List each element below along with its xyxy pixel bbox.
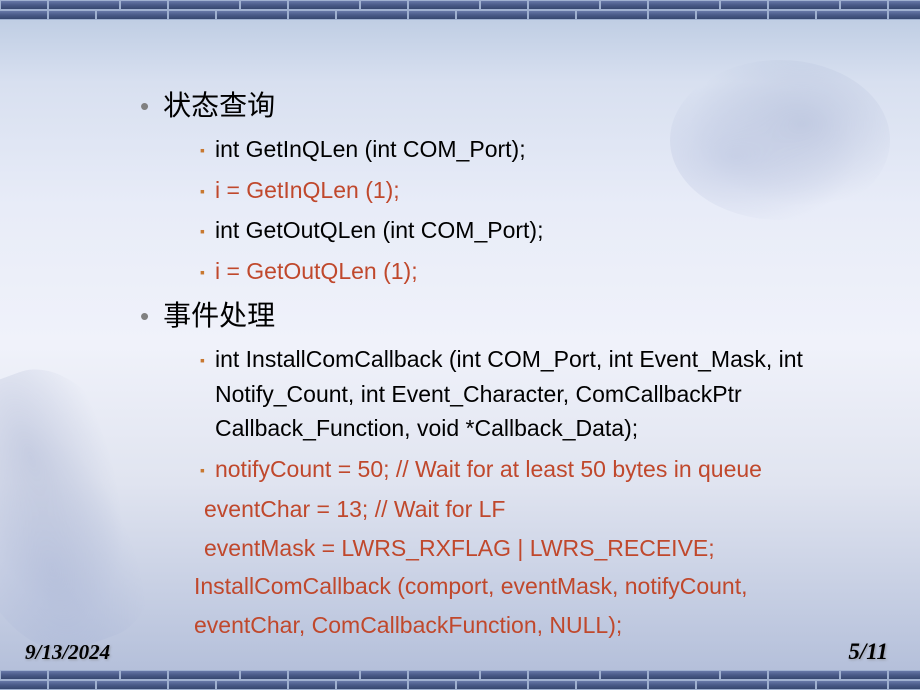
square-bullet-icon: ▪	[200, 181, 205, 202]
top-border	[0, 0, 920, 20]
slide-footer: 9/13/2024 5/11	[0, 635, 920, 665]
bullet-status-query: • 状态查询	[140, 84, 880, 124]
sub-group-status: ▪ int GetInQLen (int COM_Port); ▪ i = Ge…	[200, 132, 880, 288]
sub-group-events: ▪ int InstallComCallback (int COM_Port, …	[200, 342, 880, 486]
sub-item-text: i = GetInQLen (1);	[215, 173, 400, 208]
square-bullet-icon: ▪	[200, 350, 205, 371]
footer-date: 9/13/2024	[25, 640, 110, 665]
sub-item: ▪ int GetInQLen (int COM_Port);	[200, 132, 880, 167]
bullet-dot-icon: •	[140, 303, 149, 329]
sub-item: ▪ i = GetInQLen (1);	[200, 173, 880, 208]
code-line: eventChar = 13; // Wait for LF	[200, 492, 880, 527]
sub-item-text: notifyCount = 50; // Wait for at least 5…	[215, 452, 762, 487]
footer-page-number: 5/11	[848, 639, 888, 665]
code-line: eventMask = LWRS_RXFLAG | LWRS_RECEIVE;	[200, 531, 880, 566]
sub-item-text: int GetOutQLen (int COM_Port);	[215, 213, 544, 248]
sub-item-text: int InstallComCallback (int COM_Port, in…	[215, 342, 880, 446]
code-line: InstallComCallback (comport, eventMask, …	[190, 569, 880, 604]
bullet-dot-icon: •	[140, 93, 149, 119]
slide: • 状态查询 ▪ int GetInQLen (int COM_Port); ▪…	[0, 0, 920, 690]
square-bullet-icon: ▪	[200, 140, 205, 161]
sub-item: ▪ int GetOutQLen (int COM_Port);	[200, 213, 880, 248]
square-bullet-icon: ▪	[200, 221, 205, 242]
sub-item-text: int GetInQLen (int COM_Port);	[215, 132, 526, 167]
square-bullet-icon: ▪	[200, 460, 205, 481]
bullet-title: 状态查询	[163, 84, 275, 124]
bottom-border	[0, 670, 920, 690]
sub-item-text: i = GetOutQLen (1);	[215, 254, 418, 289]
sub-item: ▪ int InstallComCallback (int COM_Port, …	[200, 342, 880, 446]
square-bullet-icon: ▪	[200, 262, 205, 283]
slide-content: • 状态查询 ▪ int GetInQLen (int COM_Port); ▪…	[140, 80, 880, 646]
bullet-event-handling: • 事件处理	[140, 294, 880, 334]
sub-item: ▪ i = GetOutQLen (1);	[200, 254, 880, 289]
sub-item: ▪ notifyCount = 50; // Wait for at least…	[200, 452, 880, 487]
bullet-title: 事件处理	[163, 294, 275, 334]
